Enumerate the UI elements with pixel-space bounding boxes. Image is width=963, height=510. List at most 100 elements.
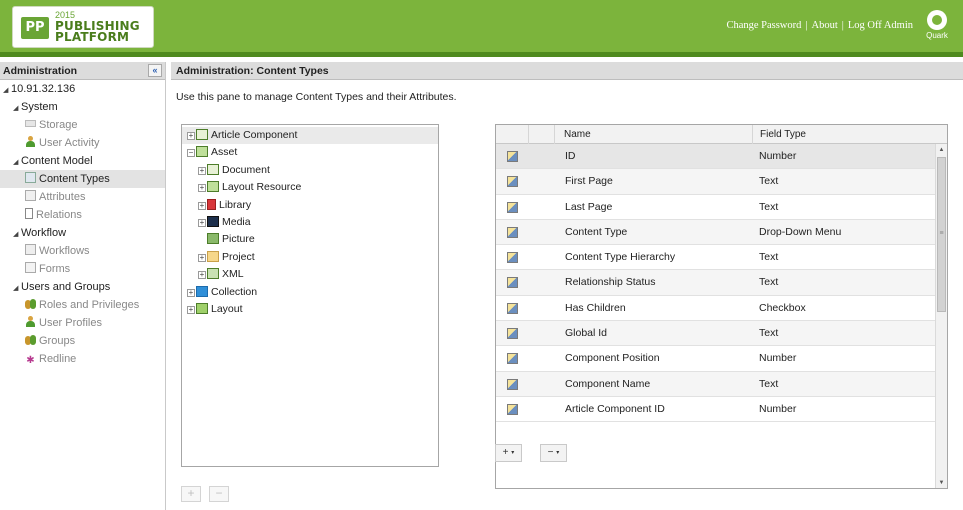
xml-icon [207,268,219,280]
tree-item-document[interactable]: + Document [182,162,438,179]
administration-panel-title: Administration [3,65,78,77]
log-off-link[interactable]: Log Off Admin [848,20,913,31]
tree-item-label: Project [222,250,255,263]
nav-item-groups[interactable]: Groups [0,332,165,350]
field-type-cell: Number [759,352,797,365]
change-password-link[interactable]: Change Password [726,20,801,31]
add-content-type-button[interactable]: + [181,486,201,502]
document-icon [207,163,219,175]
attribute-icon [507,277,518,289]
table-row[interactable]: First Page Text [496,169,947,195]
nav-item-user-activity[interactable]: User Activity [0,134,165,152]
expand-caret-icon[interactable]: ◢ [3,82,11,100]
expand-plus-icon[interactable]: + [198,184,206,193]
field-type-cell: Text [759,327,779,340]
expand-plus-icon[interactable]: + [187,132,195,140]
tree-item-media[interactable]: + Media [182,214,438,231]
expand-caret-icon[interactable]: ◢ [13,154,21,172]
nav-item-roles-and-privileges[interactable]: Roles and Privileges [0,296,165,314]
attribute-name-cell: Has Children [565,301,626,314]
nav-item-content-model[interactable]: ◢ Content Model [0,152,165,170]
scroll-up-arrow-icon[interactable]: ▲ [936,144,947,156]
tree-item-collection[interactable]: + Collection [182,284,438,301]
collapse-minus-icon[interactable]: − [187,149,195,158]
nav-item-relations[interactable]: Relations [0,206,165,224]
grid-button-row: + ▾ − ▾ [495,444,585,462]
scroll-down-arrow-icon[interactable]: ▼ [936,477,947,488]
table-row[interactable]: Relationship Status Text [496,270,947,296]
table-row[interactable]: ID Number [496,144,947,170]
expand-plus-icon[interactable]: + [187,305,195,314]
tree-item-article-component[interactable]: + Article Component [182,127,438,145]
nav-item-workflow[interactable]: ◢ Workflow [0,224,165,242]
table-row[interactable]: Has Children Checkbox [496,296,947,322]
publishing-platform-logo: PP 2015 PUBLISHING PLATFORM [12,6,154,48]
attribute-icon [507,353,518,365]
nav-label: System [21,101,58,113]
nav-item-server[interactable]: ◢ 10.91.32.136 [0,80,165,98]
attribute-icon [507,302,518,314]
attributes-grid: Name Field Type ID Number First Page Text La… [495,124,948,489]
table-row[interactable]: Component Name Text [496,371,947,397]
library-icon [207,198,216,210]
expand-plus-icon[interactable]: + [187,288,195,297]
nav-item-forms[interactable]: Forms [0,260,165,278]
column-header-field-type[interactable]: Field Type [753,125,806,144]
expand-plus-icon[interactable]: + [198,253,206,262]
nav-label: Storage [39,119,78,131]
table-row[interactable]: Component Position Number [496,346,947,372]
expand-caret-icon[interactable]: ◢ [13,280,21,298]
tree-item-project[interactable]: + Project [182,249,438,266]
field-type-cell: Drop-Down Menu [759,225,842,238]
nav-item-users-and-groups[interactable]: ◢ Users and Groups [0,278,165,296]
tree-item-picture[interactable]: Picture [182,231,438,248]
expand-caret-icon[interactable]: ◢ [13,100,21,118]
content-type-tree: + Article Component − Asset + Document + Lay… [181,124,439,467]
about-link[interactable]: About [812,20,838,31]
quark-logo: Quark [925,10,949,40]
tree-item-asset[interactable]: − Asset [182,144,438,161]
remove-content-type-button[interactable]: − [209,486,229,502]
collapse-panel-button[interactable]: « [148,64,162,77]
table-row[interactable]: Content Type Hierarchy Text [496,245,947,271]
remove-attribute-button[interactable]: − ▾ [540,444,567,462]
expand-plus-icon[interactable]: + [198,166,206,175]
logo-badge: PP [21,17,49,39]
nav-label: Users and Groups [21,281,111,293]
field-type-cell: Checkbox [759,301,806,314]
nav-item-system[interactable]: ◢ System [0,98,165,116]
tree-item-layout[interactable]: + Layout [182,301,438,318]
pane-description: Use this pane to manage Content Types an… [176,91,457,103]
add-attribute-button[interactable]: + ▾ [495,444,522,462]
asset-icon [196,146,208,158]
expand-caret-icon[interactable]: ◢ [13,226,21,244]
nav-item-redline[interactable]: ✱ Redline [0,350,165,368]
grid-scrollbar[interactable]: ▲ ≡ ▼ [935,144,947,488]
table-row[interactable]: Content Type Drop-Down Menu [496,219,947,246]
table-row[interactable]: Last Page Text [496,195,947,220]
nav-item-user-profiles[interactable]: User Profiles [0,314,165,332]
tree-item-label: Picture [222,233,255,246]
roles-icon [25,298,36,309]
table-row[interactable]: Global Id Text [496,321,947,347]
nav-item-attributes[interactable]: Attributes [0,188,165,206]
nav-item-content-types[interactable]: Content Types [0,170,165,188]
logo-wordmark: 2015 PUBLISHING PLATFORM [55,10,140,43]
table-row[interactable]: Article Component ID Number [496,397,947,423]
attribute-name-cell: Relationship Status [565,276,656,289]
nav-item-storage[interactable]: Storage [0,116,165,134]
nav-item-workflows[interactable]: Workflows [0,242,165,260]
tree-item-layout-resource[interactable]: + Layout Resource [182,179,438,196]
expand-plus-icon[interactable]: + [198,271,206,280]
tree-item-library[interactable]: + Library [182,197,438,214]
column-header-name[interactable]: Name [555,125,753,144]
nav-label: User Activity [39,137,100,149]
nav-label: 10.91.32.136 [11,83,76,95]
tree-item-label: Layout [211,302,243,315]
expand-plus-icon[interactable]: + [198,218,206,227]
attribute-icon [507,151,518,162]
expand-plus-icon[interactable]: + [198,201,206,210]
tree-item-xml[interactable]: + XML [182,266,438,283]
attribute-name-cell: Article Component ID [565,402,665,415]
header-links: Change Password | About | Log Off Admin [726,20,913,31]
